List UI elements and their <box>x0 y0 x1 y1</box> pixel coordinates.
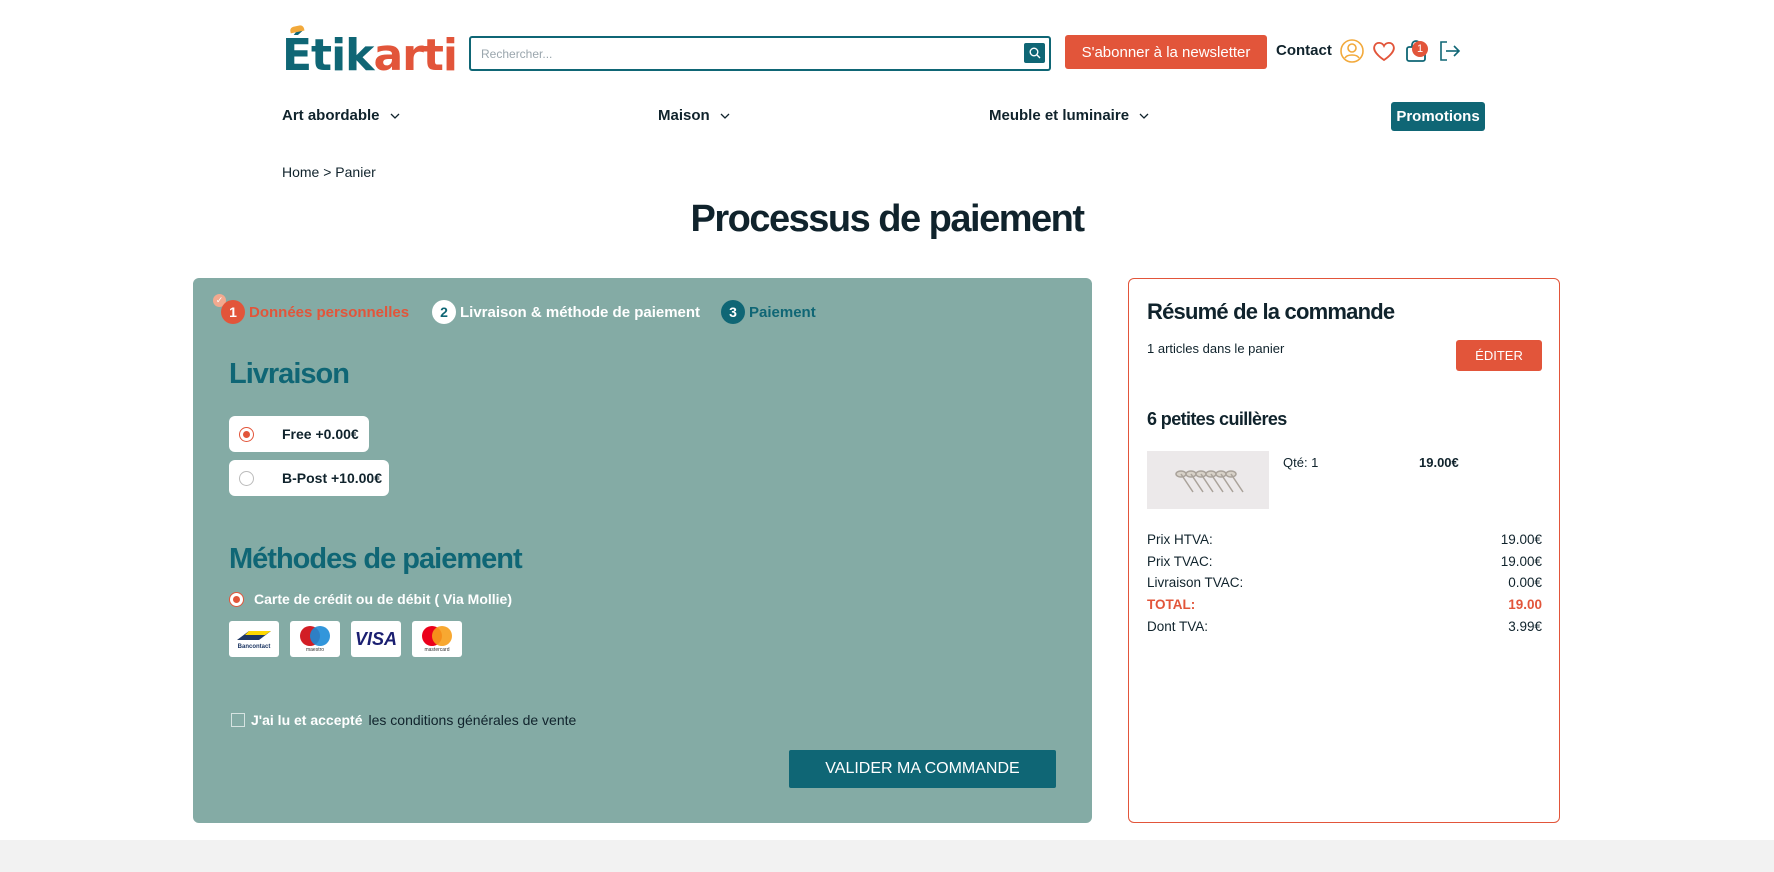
visa-logo: VISA <box>351 621 401 657</box>
totals-list: Prix HTVA: 19.00€ Prix TVAC: 19.00€ Livrai… <box>1147 529 1542 637</box>
logo-part-1: Étik <box>282 30 374 81</box>
payment-option-label: Carte de crédit ou de débit ( Via Mollie… <box>254 591 513 607</box>
nav-maison[interactable]: Maison <box>658 107 730 124</box>
chevron-down-icon <box>1139 113 1149 119</box>
row-label: Prix TVAC: <box>1147 553 1213 569</box>
terms-agreement: J'ai lu et accepté les conditions généra… <box>231 712 576 728</box>
cart-item-count: 1 articles dans le panier <box>1147 341 1285 356</box>
footer-strip <box>0 840 1774 872</box>
logout-icon[interactable] <box>1437 38 1463 64</box>
shipping-radio-free[interactable] <box>239 426 254 442</box>
row-label: TOTAL: <box>1147 597 1196 613</box>
total-row-htva: Prix HTVA: 19.00€ <box>1147 529 1542 551</box>
edit-cart-button[interactable]: ÉDITER <box>1456 340 1542 371</box>
total-row-vat: Dont TVA: 3.99€ <box>1147 615 1542 637</box>
terms-prefix: J'ai lu et accepté <box>251 712 363 728</box>
card-caption: Bancontact <box>237 644 271 650</box>
step-number: 2 <box>432 300 456 324</box>
row-value: 3.99€ <box>1508 618 1542 634</box>
search-button[interactable] <box>1024 43 1045 63</box>
summary-title: Résumé de la commande <box>1147 299 1395 324</box>
step-personal-data[interactable]: 1 Données personnelles <box>221 300 409 324</box>
chevron-down-icon <box>390 113 399 119</box>
row-value: 19.00 <box>1508 597 1542 613</box>
nav-meuble-luminaire[interactable]: Meuble et luminaire <box>989 107 1149 124</box>
nav-art-abordable[interactable]: Art abordable <box>282 107 400 124</box>
nav-label: Art abordable <box>282 107 380 124</box>
maestro-logo: maestro <box>290 621 340 657</box>
submit-order-button[interactable]: VALIDER MA COMMANDE <box>789 750 1056 788</box>
logo-part-2: arti <box>373 30 458 81</box>
payment-card-logos: Bancontact maestro VISA mastercard <box>229 621 462 657</box>
nav-label: Meuble et luminaire <box>989 107 1130 124</box>
payment-radio-card[interactable] <box>229 591 244 607</box>
terms-link[interactable]: les conditions générales de vente <box>369 712 577 728</box>
card-caption: maestro <box>305 647 325 653</box>
step-number: 1 <box>221 300 245 324</box>
cart-count-badge: 1 <box>1412 41 1428 57</box>
total-row-shipping: Livraison TVAC: 0.00€ <box>1147 572 1542 594</box>
order-summary: Résumé de la commande 1 articles dans le… <box>1128 278 1560 823</box>
page-title: Processus de paiement <box>690 198 1085 240</box>
newsletter-button[interactable]: S'abonner à la newsletter <box>1065 35 1267 69</box>
row-value: 19.00€ <box>1500 532 1542 548</box>
shipping-option-free[interactable]: Free +0.00€ <box>229 416 369 452</box>
shipping-option-label: Free +0.00€ <box>282 426 359 442</box>
step-payment[interactable]: 3 Paiement <box>721 300 816 324</box>
total-row-tvac: Prix TVAC: 19.00€ <box>1147 551 1542 573</box>
card-caption: mastercard <box>424 647 450 653</box>
checkout-panel: ✓ 1 Données personnelles 2 Livraison & m… <box>193 278 1092 823</box>
search-bar <box>469 36 1051 71</box>
shipping-title: Livraison <box>229 358 350 390</box>
row-value: 0.00€ <box>1508 575 1542 591</box>
shipping-option-label: B-Post +10.00€ <box>282 470 382 486</box>
product-name: 6 petites cuillères <box>1147 409 1287 429</box>
shipping-option-bpost[interactable]: B-Post +10.00€ <box>229 460 389 496</box>
row-label: Livraison TVAC: <box>1147 575 1244 591</box>
step-label: Livraison & méthode de paiement <box>460 303 701 321</box>
mastercard-logo: mastercard <box>412 621 462 657</box>
bancontact-logo: Bancontact <box>229 621 279 657</box>
chevron-down-icon <box>720 113 730 119</box>
card-caption: VISA <box>354 628 397 649</box>
row-value: 19.00€ <box>1500 553 1542 569</box>
heart-icon[interactable] <box>1371 38 1397 64</box>
payment-option-card[interactable]: Carte de crédit ou de débit ( Via Mollie… <box>229 591 512 607</box>
nav-promotions-button[interactable]: Promotions <box>1391 102 1485 131</box>
breadcrumb[interactable]: Home > Panier <box>282 164 376 180</box>
search-icon <box>1029 47 1040 59</box>
total-row-total: TOTAL: 19.00 <box>1147 594 1542 616</box>
contact-link[interactable]: Contact <box>1276 42 1332 59</box>
user-icon[interactable] <box>1339 38 1365 64</box>
step-number: 3 <box>721 300 745 324</box>
shipping-radio-bpost[interactable] <box>239 470 254 486</box>
terms-checkbox[interactable] <box>231 713 245 727</box>
step-label: Données personnelles <box>249 303 410 321</box>
search-input[interactable] <box>471 38 1011 69</box>
product-image <box>1147 451 1269 509</box>
product-price: 19.00€ <box>1419 455 1459 470</box>
logo[interactable]: Étikarti <box>282 24 458 78</box>
payment-methods-title: Méthodes de paiement <box>229 543 523 575</box>
row-label: Dont TVA: <box>1147 618 1209 634</box>
step-label: Paiement <box>749 303 816 321</box>
nav-label: Maison <box>658 107 710 124</box>
step-delivery-payment-method[interactable]: 2 Livraison & méthode de paiement <box>432 300 700 324</box>
row-label: Prix HTVA: <box>1147 532 1213 548</box>
product-quantity: Qté: 1 <box>1283 455 1319 470</box>
